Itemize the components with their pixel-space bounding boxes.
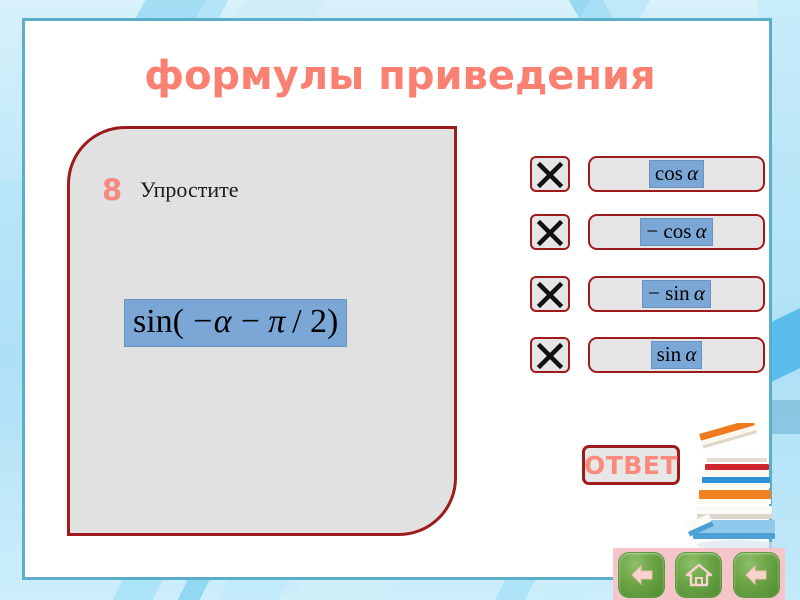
stack-of-books-illustration [685,418,785,553]
option-4-label: sin α [650,340,703,370]
left-arrow-icon [745,564,767,585]
nav-forward-button[interactable] [732,551,780,598]
option-2-checkbox[interactable] [530,214,570,250]
formula-minus-2: − [238,303,262,340]
nav-home-button[interactable] [675,551,723,598]
x-mark-icon [536,219,564,247]
formula-minus-1: − [190,303,214,340]
option-3-label: − sin α [642,279,711,309]
option-1-checkbox[interactable] [530,156,570,192]
option-2-label: − cos α [640,217,713,247]
option-3-checkbox[interactable] [530,276,570,312]
x-mark-icon [536,342,564,370]
formula-tail: / 2) [292,303,339,340]
option-row[interactable]: sin α [530,337,765,373]
option-row[interactable]: cos α [530,156,765,192]
nav-back-button[interactable] [618,551,666,598]
option-4-box[interactable]: sin α [588,337,765,373]
home-icon [685,563,713,586]
option-2-box[interactable]: − cos α [588,214,765,250]
formula-function: sin( [133,303,184,340]
answer-button[interactable]: ОТВЕТ [582,445,680,485]
option-3-box[interactable]: − sin α [588,276,765,312]
books-icon [685,418,777,550]
option-4-checkbox[interactable] [530,337,570,373]
option-row[interactable]: − cos α [530,214,765,250]
page-title: формулы приведения [144,53,656,99]
x-mark-icon [536,281,564,309]
question-number: 8 [102,173,123,207]
navigation-bar [613,548,785,600]
main-formula: sin( −α − π / 2) [124,299,348,347]
question-prompt: Упростите [140,177,239,202]
option-row[interactable]: − sin α [530,276,765,312]
formula-pi: π [268,303,286,340]
option-1-label: cos α [648,159,705,189]
slide-root: формулы приведения 8 Упростите sin( −α −… [0,0,800,600]
formula-alpha: α [213,303,232,340]
left-arrow-icon [630,564,653,585]
option-1-box[interactable]: cos α [588,156,765,192]
x-mark-icon [536,161,564,189]
question-card: 8 Упростите sin( −α − π / 2) [67,126,457,536]
content-panel: формулы приведения 8 Упростите sin( −α −… [22,18,785,600]
